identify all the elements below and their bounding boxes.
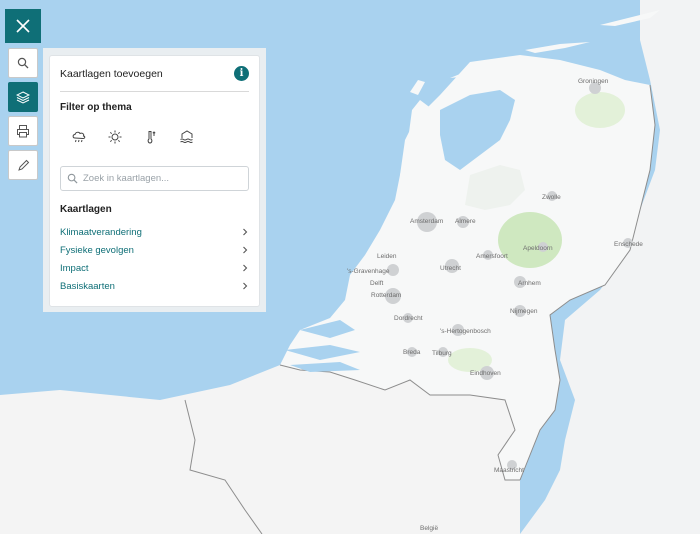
draw-tool-button[interactable] bbox=[8, 150, 38, 180]
layers-tool-button[interactable] bbox=[8, 82, 38, 112]
theme-filter-icons bbox=[60, 126, 249, 148]
layer-item-label: Basiskaarten bbox=[60, 280, 115, 292]
thermometer-icon[interactable] bbox=[142, 128, 160, 146]
add-layers-panel: Kaartlagen toevoegen i Filter op thema Z… bbox=[49, 55, 260, 307]
search-tool-button[interactable] bbox=[8, 48, 38, 78]
sun-icon[interactable] bbox=[106, 128, 124, 146]
layer-search-input[interactable] bbox=[83, 173, 243, 184]
city-label-amersfoort: Amersfoort bbox=[476, 253, 508, 260]
layer-item-label: Impact bbox=[60, 262, 89, 274]
close-icon bbox=[16, 19, 30, 33]
city-label-apeldoorn: Apeldoorn bbox=[523, 245, 553, 252]
layer-list: Klimaatverandering Fysieke gevolgen Impa… bbox=[60, 223, 249, 295]
city-label-leiden: Leiden bbox=[377, 253, 397, 260]
search-icon bbox=[17, 57, 29, 69]
layer-item-fysieke-gevolgen[interactable]: Fysieke gevolgen bbox=[60, 241, 249, 259]
city-label-arnhem: Arnhem bbox=[518, 280, 541, 287]
rain-cloud-icon[interactable] bbox=[70, 128, 88, 146]
city-label-enschede: Enschede bbox=[614, 241, 643, 248]
layer-search bbox=[60, 166, 249, 191]
layer-item-basiskaarten[interactable]: Basiskaarten bbox=[60, 277, 249, 295]
chevron-right-icon bbox=[243, 246, 248, 254]
map-toolbar bbox=[8, 48, 38, 184]
city-label-utrecht: Utrecht bbox=[440, 265, 461, 272]
layers-icon bbox=[16, 91, 30, 104]
city-label-maastricht: Maastricht bbox=[494, 467, 524, 474]
city-label-rotterdam: Rotterdam bbox=[371, 292, 401, 299]
info-icon[interactable]: i bbox=[234, 66, 249, 81]
city-label-eindhoven: Eindhoven bbox=[470, 370, 501, 377]
close-panel-button[interactable] bbox=[5, 9, 41, 43]
city-label-groningen: Groningen bbox=[578, 78, 609, 85]
city-label-amsterdam: Amsterdam bbox=[410, 218, 443, 225]
search-icon bbox=[67, 173, 78, 184]
city-label-nijmegen: Nijmegen bbox=[510, 308, 538, 315]
city-label-den-bosch: 's-Hertogenbosch bbox=[440, 328, 491, 335]
city-label-tilburg: Tilburg bbox=[432, 350, 452, 357]
print-icon bbox=[17, 125, 29, 138]
layers-title: Kaartlagen bbox=[60, 204, 112, 215]
layer-item-label: Fysieke gevolgen bbox=[60, 244, 134, 256]
city-label-den-haag: 's-Gravenhage bbox=[347, 268, 390, 275]
city-label-delft: Delft bbox=[370, 280, 384, 287]
chevron-right-icon bbox=[243, 264, 248, 272]
city-label-almere: Almere bbox=[455, 218, 476, 225]
layer-item-impact[interactable]: Impact bbox=[60, 259, 249, 277]
pencil-icon bbox=[17, 159, 29, 171]
city-label-dordrecht: Dordrecht bbox=[394, 315, 423, 322]
chevron-right-icon bbox=[243, 282, 248, 290]
filter-title: Filter op thema bbox=[60, 102, 132, 113]
city-label-breda: Breda bbox=[403, 349, 421, 356]
chevron-right-icon bbox=[243, 228, 248, 236]
country-label-belgie: België bbox=[420, 525, 438, 532]
city-label-zwolle: Zwolle bbox=[542, 194, 561, 201]
flood-icon[interactable] bbox=[178, 128, 196, 146]
panel-title: Kaartlagen toevoegen bbox=[60, 67, 163, 80]
panel-header: Kaartlagen toevoegen i bbox=[60, 56, 249, 92]
print-tool-button[interactable] bbox=[8, 116, 38, 146]
layer-item-klimaatverandering[interactable]: Klimaatverandering bbox=[60, 223, 249, 241]
layer-item-label: Klimaatverandering bbox=[60, 226, 142, 238]
